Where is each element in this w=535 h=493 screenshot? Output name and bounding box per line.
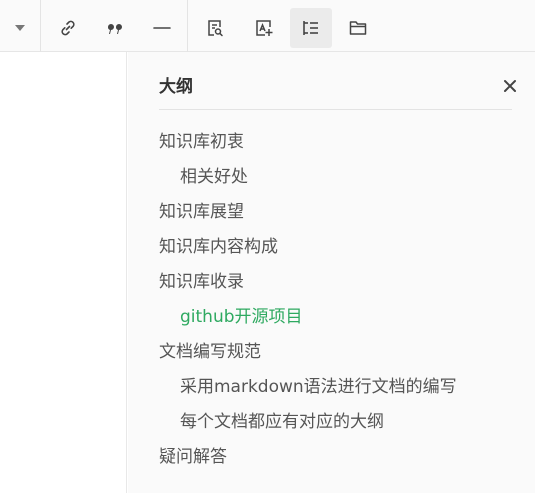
outline-item[interactable]: 知识库内容构成 xyxy=(159,230,457,265)
folder-icon xyxy=(349,21,367,35)
editor-toolbar xyxy=(0,0,535,52)
blockquote-button[interactable] xyxy=(94,8,136,48)
editor-content-area[interactable] xyxy=(0,52,127,493)
document-search-button[interactable] xyxy=(194,8,236,48)
file-tree-button[interactable] xyxy=(337,8,379,48)
quote-icon xyxy=(107,24,122,34)
insert-image-text-button[interactable] xyxy=(243,8,285,48)
outline-list: 知识库初衷 相关好处 知识库展望 知识库内容构成 知识库收录 github开源项… xyxy=(159,125,457,475)
more-dropdown-button[interactable] xyxy=(0,8,40,48)
chevron-down-icon xyxy=(15,25,25,31)
horizontal-rule-button[interactable] xyxy=(141,8,183,48)
outline-item[interactable]: 采用markdown语法进行文档的编写 xyxy=(159,370,457,405)
outline-item[interactable]: 相关好处 xyxy=(159,160,457,195)
outline-item[interactable]: 疑问解答 xyxy=(159,440,457,475)
insert-link-button[interactable] xyxy=(47,8,89,48)
outline-item[interactable]: 每个文档都应有对应的大纲 xyxy=(159,405,457,440)
link-icon xyxy=(61,20,75,36)
outline-item[interactable]: 知识库收录 xyxy=(159,265,457,300)
outline-panel: 大纲 知识库初衷 相关好处 知识库展望 知识库内容构成 知识库收录 github… xyxy=(128,52,535,493)
horizontal-rule-icon xyxy=(153,27,171,29)
toolbar-divider xyxy=(40,0,41,52)
image-text-icon xyxy=(256,20,273,36)
close-outline-button[interactable] xyxy=(500,76,520,96)
close-icon xyxy=(504,80,516,92)
outline-item-active[interactable]: github开源项目 xyxy=(159,300,457,335)
outline-divider xyxy=(159,109,512,110)
outline-icon xyxy=(303,21,318,35)
outline-title: 大纲 xyxy=(159,77,193,97)
toolbar-divider xyxy=(187,0,188,52)
outline-item[interactable]: 知识库展望 xyxy=(159,195,457,230)
outline-toggle-button[interactable] xyxy=(290,8,332,48)
document-search-icon xyxy=(208,20,223,37)
outline-item[interactable]: 知识库初衷 xyxy=(159,125,457,160)
outline-item[interactable]: 文档编写规范 xyxy=(159,335,457,370)
